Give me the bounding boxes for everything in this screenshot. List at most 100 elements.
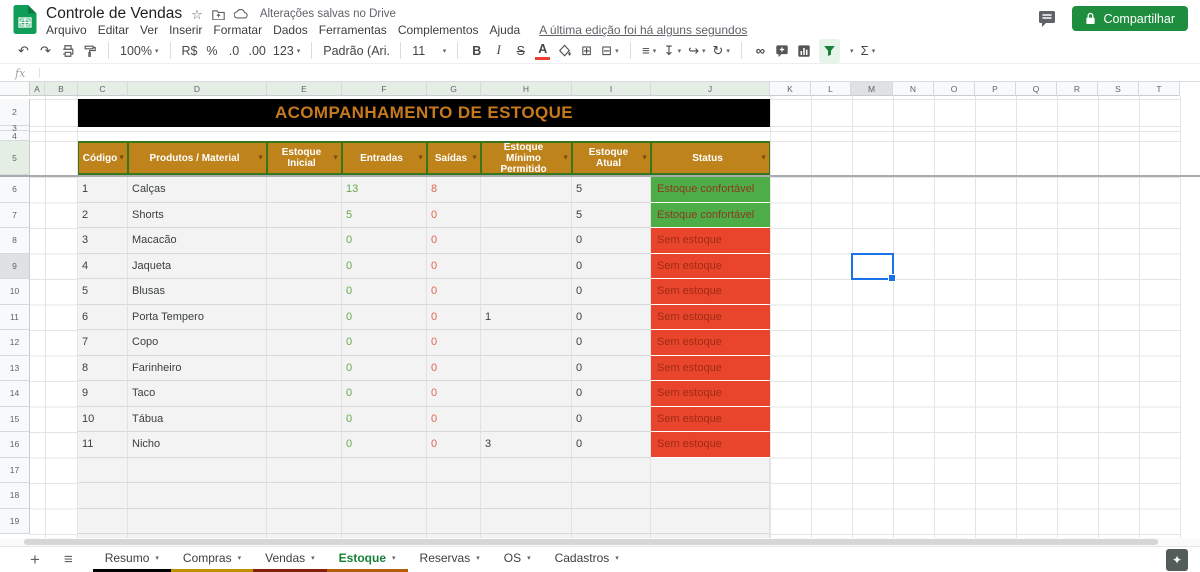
sheet-tab-estoque[interactable]: Estoque ▾ — [326, 547, 408, 572]
row-header-12[interactable]: 12 — [0, 330, 30, 356]
cell-saidas[interactable]: 0 — [427, 330, 481, 356]
cell-codigo[interactable]: 11 — [78, 432, 128, 458]
cell-estoque_minimo[interactable] — [481, 330, 572, 356]
table-title-banner[interactable]: ACOMPANHAMENTO DE ESTOQUE — [78, 99, 770, 127]
cell-saidas[interactable]: 0 — [427, 432, 481, 458]
empty-cell[interactable] — [342, 534, 427, 538]
column-filter-icon[interactable]: ▼ — [257, 153, 264, 164]
column-filter-icon[interactable]: ▼ — [332, 153, 339, 164]
column-header-Q[interactable]: Q — [1016, 82, 1057, 96]
column-header-M[interactable]: M — [851, 82, 893, 96]
status-cell[interactable]: Sem estoque — [651, 253, 770, 279]
tab-menu-caret[interactable]: ▾ — [615, 554, 619, 562]
status-cell[interactable]: Sem estoque — [651, 432, 770, 458]
empty-cell[interactable] — [651, 508, 770, 534]
tab-menu-caret[interactable]: ▾ — [527, 554, 531, 562]
empty-cell[interactable] — [481, 457, 572, 483]
merge-cells-icon[interactable]: ⊟ ▾ — [601, 41, 618, 61]
tab-menu-caret[interactable]: ▾ — [238, 554, 242, 562]
cell-saidas[interactable]: 0 — [427, 355, 481, 381]
explore-button[interactable]: ✦ — [1166, 548, 1188, 571]
all-sheets-button[interactable]: ≡ — [64, 552, 73, 567]
cell-produto[interactable]: Macacão — [128, 228, 267, 254]
header-cell-3[interactable]: Estoque Inicial ▼ — [267, 141, 342, 175]
cell-codigo[interactable]: 9 — [78, 381, 128, 407]
header-cell-1[interactable]: Código ▼ — [78, 141, 128, 175]
cell-estoque_atual[interactable]: 5 — [572, 177, 651, 203]
cell-estoque_inicial[interactable] — [267, 406, 342, 432]
column-filter-icon[interactable]: ▼ — [471, 153, 478, 164]
cell-produto[interactable]: Taco — [128, 381, 267, 407]
cell-produto[interactable]: Nicho — [128, 432, 267, 458]
cell-entradas[interactable]: 0 — [342, 279, 427, 305]
empty-cell[interactable] — [78, 508, 128, 534]
cell-estoque_minimo[interactable]: 3 — [481, 432, 572, 458]
fill-handle[interactable] — [888, 274, 896, 282]
cell-entradas[interactable]: 0 — [342, 432, 427, 458]
row-header-7[interactable]: 7 — [0, 202, 30, 228]
empty-cell[interactable] — [427, 457, 481, 483]
cell-entradas[interactable]: 0 — [342, 304, 427, 330]
borders-icon[interactable]: ⊞ — [579, 41, 594, 61]
empty-cell[interactable] — [572, 534, 651, 538]
cell-saidas[interactable]: 0 — [427, 253, 481, 279]
decrease-decimals-button[interactable]: .0 — [226, 41, 241, 61]
italic-button[interactable]: I — [491, 41, 506, 61]
cell-entradas[interactable]: 0 — [342, 330, 427, 356]
empty-cell[interactable] — [342, 483, 427, 509]
empty-cell[interactable] — [128, 508, 267, 534]
row-header-17[interactable]: 17 — [0, 457, 30, 483]
header-cell-6[interactable]: Estoque Mínimo Permitido ▼ — [481, 141, 572, 175]
sheets-logo-icon[interactable] — [13, 5, 37, 34]
empty-cell[interactable] — [78, 483, 128, 509]
cell-codigo[interactable]: 2 — [78, 202, 128, 228]
cell-estoque_minimo[interactable] — [481, 228, 572, 254]
empty-cell[interactable] — [427, 508, 481, 534]
status-cell[interactable]: Sem estoque — [651, 228, 770, 254]
add-sheet-button[interactable]: + — [30, 551, 40, 568]
column-header-K[interactable]: K — [770, 82, 811, 96]
menu-complementos[interactable]: Complementos — [398, 23, 479, 37]
cell-saidas[interactable]: 0 — [427, 406, 481, 432]
status-cell[interactable]: Estoque confortável — [651, 177, 770, 203]
column-header-P[interactable]: P — [975, 82, 1016, 96]
tab-menu-caret[interactable]: ▾ — [155, 554, 159, 562]
status-cell[interactable]: Sem estoque — [651, 355, 770, 381]
row-header-15[interactable]: 15 — [0, 406, 30, 432]
empty-cell[interactable] — [267, 534, 342, 538]
cell-estoque_minimo[interactable] — [481, 381, 572, 407]
cell-estoque_minimo[interactable]: 1 — [481, 304, 572, 330]
cell-estoque_minimo[interactable] — [481, 202, 572, 228]
cell-estoque_inicial[interactable] — [267, 202, 342, 228]
cell-entradas[interactable]: 0 — [342, 228, 427, 254]
cell-estoque_atual[interactable]: 0 — [572, 381, 651, 407]
row-header-11[interactable]: 11 — [0, 304, 30, 330]
filter-views-caret[interactable]: ▾ — [850, 47, 854, 55]
empty-cell[interactable] — [267, 457, 342, 483]
menu-arquivo[interactable]: Arquivo — [46, 23, 87, 37]
status-cell[interactable]: Sem estoque — [651, 279, 770, 305]
functions-icon[interactable]: Σ ▾ — [860, 41, 876, 61]
row-header-19[interactable]: 19 — [0, 508, 30, 534]
row-header-10[interactable]: 10 — [0, 279, 30, 305]
cell-estoque_inicial[interactable] — [267, 253, 342, 279]
format-currency-button[interactable]: R$ — [182, 41, 198, 61]
text-wrap-icon[interactable]: ↪ ▾ — [688, 41, 705, 61]
cell-entradas[interactable]: 0 — [342, 355, 427, 381]
text-rotation-icon[interactable]: ↻ ▾ — [713, 41, 730, 61]
empty-cell[interactable] — [427, 483, 481, 509]
cell-entradas[interactable]: 0 — [342, 406, 427, 432]
status-cell[interactable]: Sem estoque — [651, 304, 770, 330]
save-status[interactable]: Alterações salvas no Drive — [260, 8, 396, 20]
row-header-18[interactable]: 18 — [0, 483, 30, 509]
cell-estoque_atual[interactable]: 0 — [572, 304, 651, 330]
empty-cell[interactable] — [342, 457, 427, 483]
frozen-row-divider[interactable] — [0, 175, 1200, 177]
sheet-tab-cadastros[interactable]: Cadastros ▾ — [543, 547, 631, 572]
share-button[interactable]: Compartilhar — [1072, 6, 1188, 31]
empty-cell[interactable] — [128, 534, 267, 538]
column-filter-icon[interactable]: ▼ — [417, 153, 424, 164]
empty-cell[interactable] — [267, 483, 342, 509]
star-icon[interactable]: ☆ — [191, 8, 203, 21]
row-header-4[interactable]: 4 — [0, 131, 30, 141]
